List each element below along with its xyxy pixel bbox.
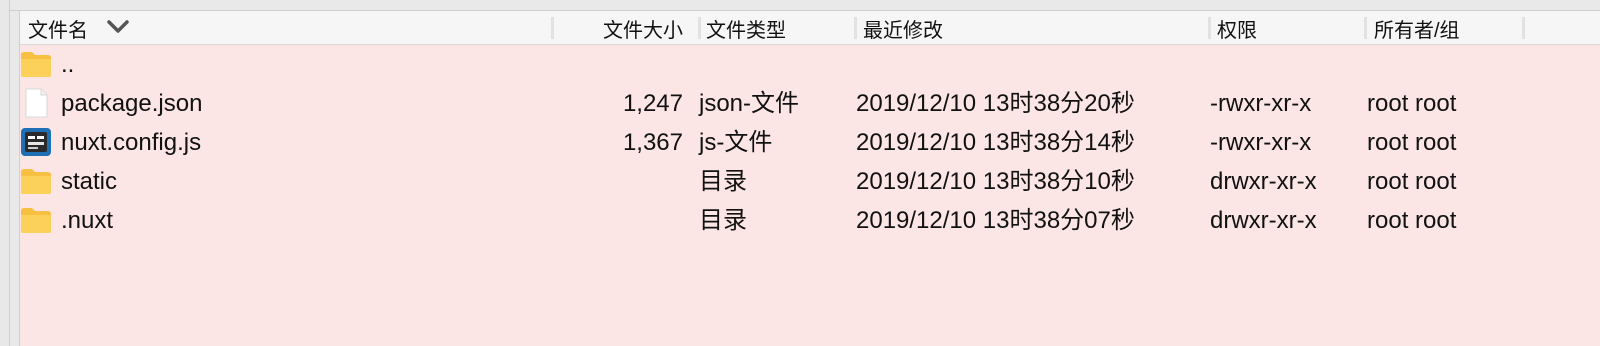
file-owner: root root [1367, 207, 1457, 234]
column-separator[interactable] [1364, 17, 1367, 39]
column-owner[interactable]: 所有者/组 [1374, 11, 1460, 44]
file-modified: 2019/12/10 13时38分10秒 [856, 168, 1135, 195]
table-row[interactable]: package.json 1,247 json-文件 2019/12/10 13… [20, 84, 1600, 123]
sort-chevron-down-icon[interactable] [106, 19, 130, 35]
file-name: .. [61, 51, 75, 78]
column-modified[interactable]: 最近修改 [863, 11, 943, 44]
column-header: 文件名 文件大小 文件类型 最近修改 权限 所有者/组 [20, 11, 1600, 45]
file-owner: root root [1367, 168, 1457, 195]
file-size: 1,367 [622, 129, 683, 156]
file-list-panel: 文件名 文件大小 文件类型 最近修改 权限 所有者/组 .. package.j… [19, 11, 1600, 346]
column-separator[interactable] [1208, 17, 1211, 39]
file-owner: root root [1367, 90, 1457, 117]
file-name: package.json [61, 90, 203, 117]
file-rows: .. package.json 1,247 json-文件 2019/12/10… [20, 45, 1600, 240]
file-icon [25, 88, 48, 118]
folder-icon [21, 169, 51, 194]
column-separator[interactable] [698, 17, 701, 39]
folder-icon [21, 208, 51, 233]
column-permissions[interactable]: 权限 [1217, 11, 1257, 44]
column-name[interactable]: 文件名 [28, 11, 88, 44]
file-permissions: drwxr-xr-x [1210, 168, 1317, 195]
file-name: nuxt.config.js [61, 129, 202, 156]
file-size: 1,247 [622, 90, 683, 117]
file-type: 目录 [699, 207, 747, 234]
file-type: json-文件 [699, 90, 800, 117]
column-separator[interactable] [1522, 17, 1525, 39]
file-permissions: -rwxr-xr-x [1210, 129, 1312, 156]
file-name: static [61, 168, 118, 195]
js-file-icon [21, 128, 51, 156]
file-type: js-文件 [699, 129, 773, 156]
table-row[interactable]: .nuxt 目录 2019/12/10 13时38分07秒 drwxr-xr-x… [20, 201, 1600, 240]
column-type[interactable]: 文件类型 [706, 11, 786, 44]
column-separator[interactable] [854, 17, 857, 39]
file-modified: 2019/12/10 13时38分07秒 [856, 207, 1135, 234]
file-owner: root root [1367, 129, 1457, 156]
table-row[interactable]: static 目录 2019/12/10 13时38分10秒 drwxr-xr-… [20, 162, 1600, 201]
table-row[interactable]: nuxt.config.js 1,367 js-文件 2019/12/10 13… [20, 123, 1600, 162]
table-row[interactable]: .. [20, 45, 1600, 84]
file-modified: 2019/12/10 13时38分20秒 [856, 90, 1135, 117]
column-separator[interactable] [551, 17, 554, 39]
file-type: 目录 [699, 168, 747, 195]
file-permissions: -rwxr-xr-x [1210, 90, 1312, 117]
file-permissions: drwxr-xr-x [1210, 207, 1317, 234]
column-size[interactable]: 文件大小 [603, 11, 683, 44]
file-modified: 2019/12/10 13时38分14秒 [856, 129, 1135, 156]
folder-icon [21, 52, 51, 77]
top-border [10, 0, 1600, 11]
file-browser: 文件名 文件大小 文件类型 最近修改 权限 所有者/组 .. package.j… [0, 0, 1600, 346]
file-name: .nuxt [61, 207, 114, 234]
left-border [0, 0, 10, 346]
